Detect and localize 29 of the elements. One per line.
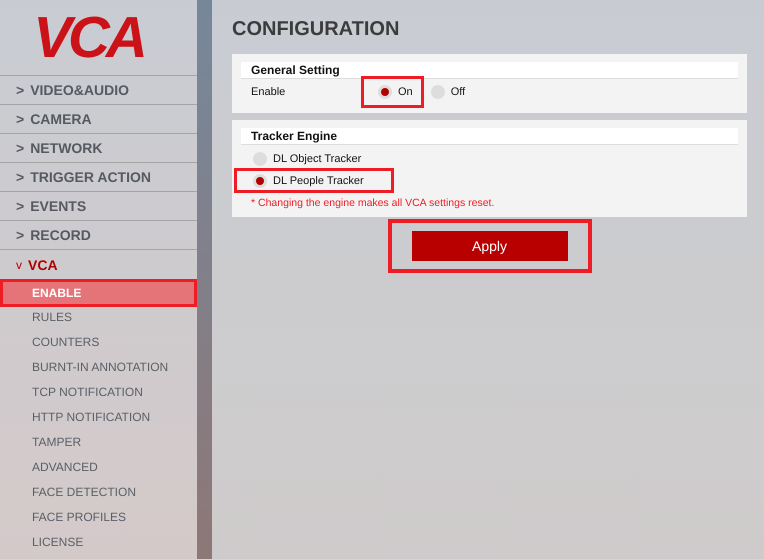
radio-option[interactable]: DL Object Tracker xyxy=(234,149,394,168)
sidebar-subitem[interactable]: FACE DETECTION xyxy=(0,479,197,504)
radio-label: DL Object Tracker xyxy=(273,152,362,164)
radio-button[interactable] xyxy=(253,174,267,188)
radio-option[interactable]: DL People Tracker xyxy=(234,168,394,193)
radio-label: DL People Tracker xyxy=(273,174,364,186)
sidebar-subitem[interactable]: BURNT-IN ANNOTATION xyxy=(0,354,197,379)
field-label: Enable xyxy=(251,86,286,98)
sidebar-subitem[interactable]: FACE PROFILES xyxy=(0,504,197,529)
section-title: General Setting xyxy=(241,62,738,79)
radio-button[interactable] xyxy=(378,85,392,99)
radio-label: Off xyxy=(450,86,466,98)
section-title: Tracker Engine xyxy=(241,128,738,145)
apply-button[interactable]: Apply xyxy=(412,231,568,261)
sidebar-subitem[interactable]: ENABLE xyxy=(0,279,197,307)
sidebar-subitem[interactable]: ADVANCED xyxy=(0,454,197,479)
sidebar-subitem[interactable]: COUNTERS xyxy=(0,329,197,354)
sidebar-item[interactable]: v VCA xyxy=(0,250,197,279)
sidebar-subitem[interactable]: HTTP NOTIFICATION xyxy=(0,404,197,429)
logo: VCA xyxy=(33,8,144,66)
warning-text: * Changing the engine makes all VCA settings reset. xyxy=(250,197,496,209)
radio-option[interactable]: On xyxy=(361,76,424,108)
sidebar-subitem[interactable]: TAMPER xyxy=(0,429,197,454)
radio-label: On xyxy=(398,86,413,98)
sidebar-subitem[interactable]: TCP NOTIFICATION xyxy=(0,379,197,404)
sidebar-subitem[interactable]: LICENSE xyxy=(0,529,197,554)
sidebar-subitem[interactable]: RULES xyxy=(0,304,197,329)
page-title: CONFIGURATION xyxy=(232,18,400,41)
radio-option[interactable]: Off xyxy=(424,76,472,108)
